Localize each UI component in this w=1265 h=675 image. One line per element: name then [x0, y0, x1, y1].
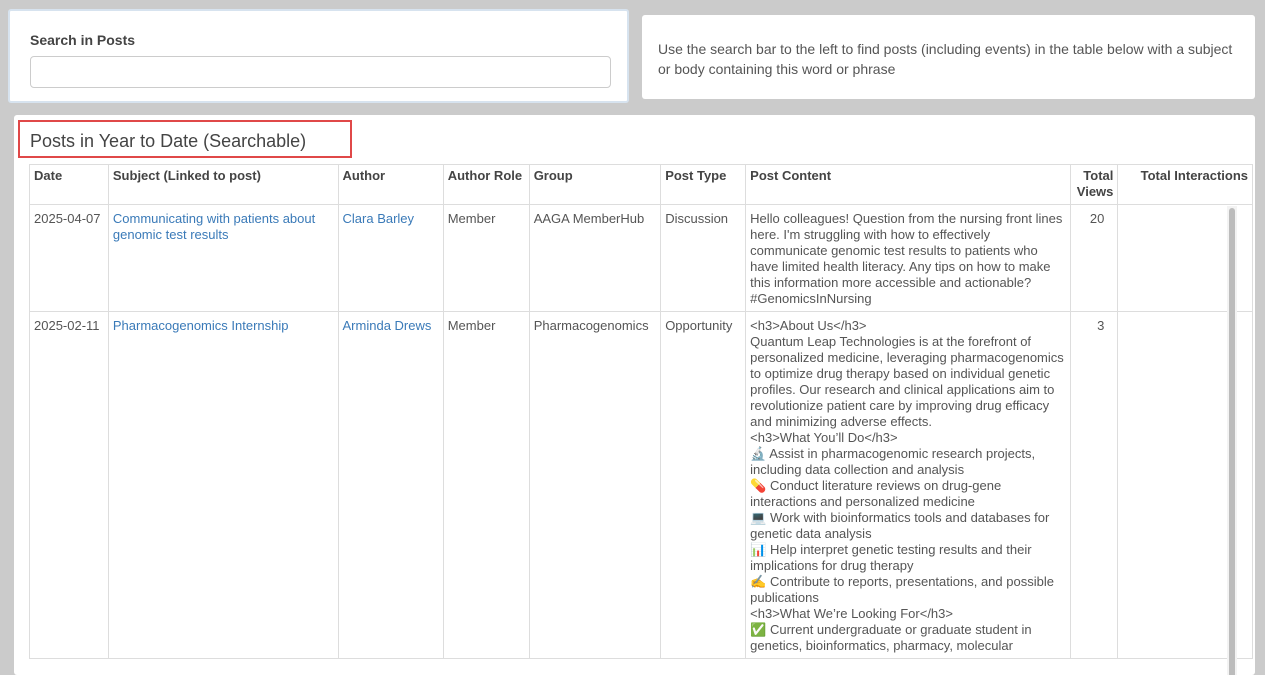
search-input[interactable]	[30, 56, 611, 88]
cell-post-content: Hello colleagues! Question from the nurs…	[745, 204, 1071, 312]
cell-post-type: Opportunity	[660, 311, 747, 659]
cell-post-content: <h3>About Us</h3> Quantum Leap Technolog…	[745, 311, 1071, 659]
cell-author-role: Member	[442, 311, 530, 659]
cell-author: Clara Barley	[337, 204, 444, 312]
author-link[interactable]: Clara Barley	[343, 211, 415, 226]
cell-author: Arminda Drews	[337, 311, 444, 659]
table-header-row: Date Subject (Linked to post) Author Aut…	[29, 164, 1253, 205]
cell-group: AAGA MemberHub	[528, 204, 662, 312]
header-subject[interactable]: Subject (Linked to post)	[107, 164, 339, 205]
header-total-views[interactable]: Total Views	[1069, 164, 1119, 205]
cell-total-views: 20	[1069, 204, 1119, 312]
cell-post-type: Discussion	[660, 204, 747, 312]
posts-table: Date Subject (Linked to post) Author Aut…	[29, 164, 1253, 659]
search-help-panel: Use the search bar to the left to find p…	[642, 15, 1255, 99]
header-author[interactable]: Author	[337, 164, 444, 205]
search-panel: Search in Posts	[8, 9, 629, 103]
cell-subject: Communicating with patients about genomi…	[107, 204, 339, 312]
posts-table-panel: Posts in Year to Date (Searchable) Date …	[14, 115, 1255, 675]
table-scrollbar-thumb[interactable]	[1229, 208, 1235, 675]
cell-date: 2025-04-07	[29, 204, 109, 312]
search-help-text: Use the search bar to the left to find p…	[658, 41, 1233, 77]
table-title: Posts in Year to Date (Searchable)	[18, 120, 352, 158]
author-link[interactable]: Arminda Drews	[343, 318, 432, 333]
header-total-interactions[interactable]: Total Interactions	[1117, 164, 1253, 205]
header-date[interactable]: Date	[29, 164, 109, 205]
header-author-role[interactable]: Author Role	[442, 164, 530, 205]
cell-group: Pharmacogenomics	[528, 311, 662, 659]
search-label: Search in Posts	[30, 32, 136, 48]
header-post-type[interactable]: Post Type	[660, 164, 747, 205]
table-row: 2025-02-11 Pharmacogenomics Internship A…	[29, 311, 1253, 659]
cell-date: 2025-02-11	[29, 311, 109, 659]
header-group[interactable]: Group	[528, 164, 662, 205]
cell-total-views: 3	[1069, 311, 1119, 659]
post-link[interactable]: Pharmacogenomics Internship	[113, 318, 289, 333]
header-post-content[interactable]: Post Content	[745, 164, 1071, 205]
post-link[interactable]: Communicating with patients about genomi…	[113, 211, 315, 242]
table-row: 2025-04-07 Communicating with patients a…	[29, 204, 1253, 312]
cell-author-role: Member	[442, 204, 530, 312]
cell-subject: Pharmacogenomics Internship	[107, 311, 339, 659]
